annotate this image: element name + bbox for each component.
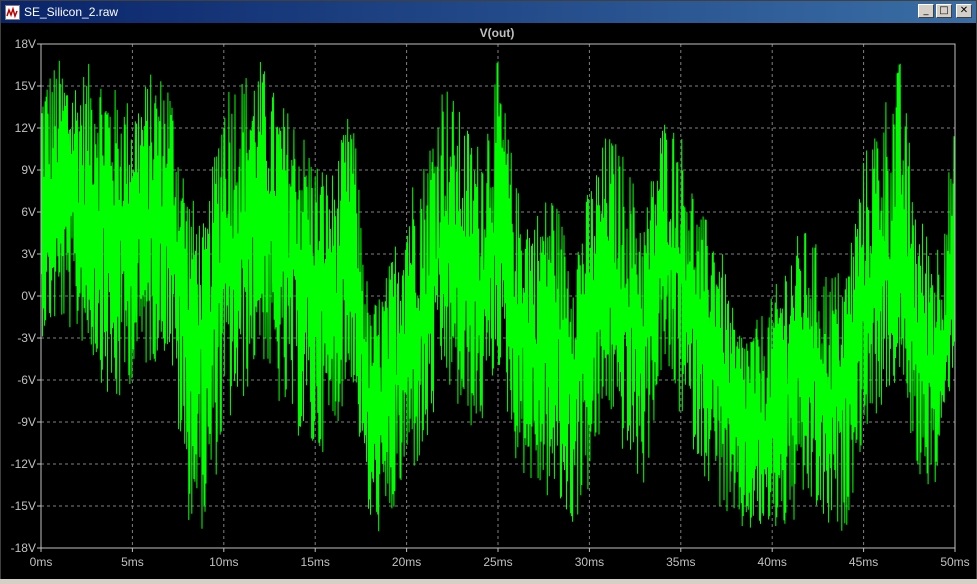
x-tick-label: 15ms xyxy=(301,555,330,569)
minimize-button[interactable]: _ xyxy=(918,4,934,18)
x-tick-label: 10ms xyxy=(209,555,238,569)
x-tick-label: 45ms xyxy=(849,555,878,569)
maximize-button[interactable]: □ xyxy=(936,4,952,18)
x-tick-label: 20ms xyxy=(392,555,421,569)
x-tick-label: 5ms xyxy=(121,555,144,569)
y-axis-ticks: 18V 15V 12V 9V 6V 3V 0V -3V -6V -9V -12V -15V -18V xyxy=(11,37,41,555)
y-tick-label: 18V xyxy=(15,37,36,51)
y-tick-label: 3V xyxy=(21,247,36,261)
y-tick-label: 0V xyxy=(21,289,36,303)
y-tick-label: -12V xyxy=(11,457,36,471)
close-button[interactable]: ✕ xyxy=(956,4,972,18)
y-tick-label: -6V xyxy=(17,373,36,387)
minimize-icon: _ xyxy=(923,5,929,16)
waveform-app-icon xyxy=(5,4,20,20)
x-axis-ticks: 0ms 5ms 10ms 15ms 20ms 25ms 30ms 35ms 40ms 45ms 50… xyxy=(30,548,970,569)
x-tick-label: 40ms xyxy=(758,555,787,569)
y-tick-label: -3V xyxy=(17,331,36,345)
plot-area[interactable]: 18V 15V 12V 9V 6V 3V 0V -3V -6V -9V -12V -15V -18V 0… xyxy=(1,23,976,579)
close-icon: ✕ xyxy=(959,5,969,16)
waveform-chart[interactable]: 18V 15V 12V 9V 6V 3V 0V -3V -6V -9V -12V -15V -18V 0… xyxy=(1,23,976,579)
y-tick-label: 15V xyxy=(15,79,36,93)
y-tick-label: 12V xyxy=(15,121,36,135)
title-bar[interactable]: SE_Silicon_2.raw _ □ ✕ xyxy=(1,1,976,23)
y-tick-label: 6V xyxy=(21,205,36,219)
y-tick-label: -9V xyxy=(17,415,36,429)
trace-label[interactable]: V(out) xyxy=(480,26,515,40)
y-tick-label: -15V xyxy=(11,499,36,513)
maximize-icon: □ xyxy=(939,5,949,16)
x-tick-label: 35ms xyxy=(666,555,695,569)
x-tick-label: 25ms xyxy=(483,555,512,569)
x-tick-label: 0ms xyxy=(30,555,53,569)
waveform-window: SE_Silicon_2.raw _ □ ✕ 18V 15V 12V 9V 6V 3V 0V… xyxy=(0,0,977,579)
x-tick-label: 50ms xyxy=(940,555,969,569)
window-title: SE_Silicon_2.raw xyxy=(24,5,119,19)
y-tick-label: 9V xyxy=(21,163,36,177)
x-tick-label: 30ms xyxy=(575,555,604,569)
y-tick-label: -18V xyxy=(11,541,36,555)
